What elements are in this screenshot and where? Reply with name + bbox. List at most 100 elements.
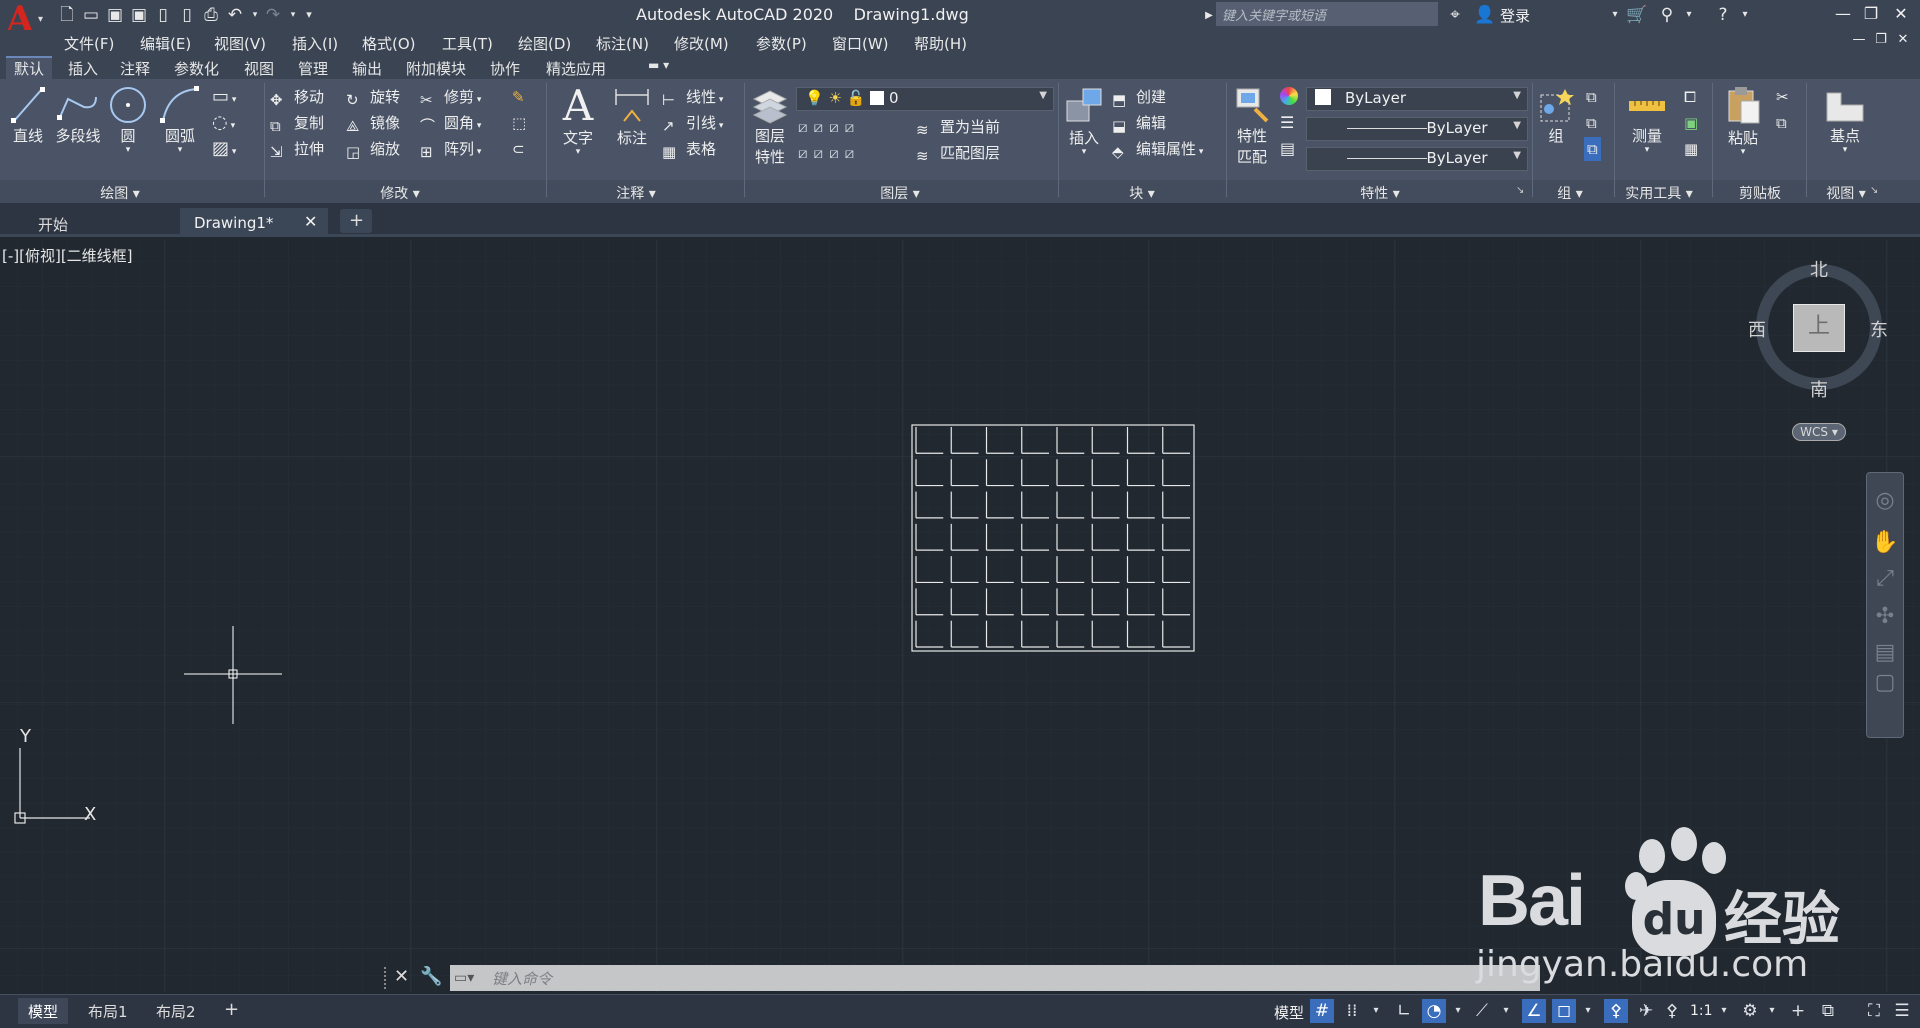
group-edit-icon[interactable]: ⧉ — [1586, 111, 1597, 135]
edit-attributes-button[interactable]: ⬘ 编辑属性 ▾ — [1112, 137, 1203, 161]
stretch-button[interactable]: ⇲ 拉伸 — [270, 137, 324, 161]
layout-tab-model[interactable]: 模型 — [18, 998, 69, 1024]
rectangle-icon[interactable]: ▭ ▾ — [212, 85, 236, 109]
tab-insert[interactable]: 插入 — [60, 56, 106, 79]
snap-mode-icon[interactable]: ⁞⁞ — [1340, 999, 1364, 1023]
tab-annotate[interactable]: 注释 — [112, 56, 158, 79]
web-mobile-open-icon[interactable]: ▯ — [152, 4, 174, 26]
pan-hand-icon[interactable]: ✋ — [1871, 529, 1899, 557]
dimension-button[interactable]: 标注 — [610, 85, 654, 148]
menu-window[interactable]: 窗口(W) — [832, 33, 889, 54]
customize-wrench-icon[interactable]: 🔧 — [420, 966, 442, 987]
menu-parametric[interactable]: 参数(P) — [756, 33, 807, 54]
insert-dropdown-icon[interactable]: ▾ — [1062, 148, 1106, 157]
layer-dropdown[interactable]: 💡 ☀ 🔓 0 ▼ — [796, 87, 1054, 111]
ungroup-icon[interactable]: ⧉ — [1586, 85, 1597, 109]
panel-title-layers[interactable]: 图层 ▾ — [840, 183, 960, 203]
circle-dropdown-icon[interactable]: ▾ — [106, 146, 150, 155]
annotation-scale-icon[interactable]: ⚴ — [1660, 999, 1684, 1023]
insert-block-button[interactable]: 插入 ▾ — [1062, 85, 1106, 157]
undo-icon[interactable]: ↶ — [224, 4, 246, 26]
select-all-icon[interactable]: ▣ — [1684, 111, 1698, 135]
menu-draw[interactable]: 绘图(D) — [518, 33, 571, 54]
layer-tools-row-2[interactable]: ⧄⧄⧄⧄ — [798, 141, 860, 165]
hatch-icon[interactable]: ▨ ▾ — [212, 137, 236, 161]
command-line-grip[interactable] — [384, 967, 390, 989]
save-as-icon[interactable]: ▣ — [128, 4, 150, 26]
navbar-options-icon[interactable]: ▢ — [1871, 669, 1899, 697]
auto-scale-icon[interactable]: ✈ — [1634, 999, 1658, 1023]
group-button[interactable]: 组 — [1536, 85, 1576, 146]
scale-button[interactable]: ◲ 缩放 — [346, 137, 400, 161]
menu-format[interactable]: 格式(O) — [362, 33, 416, 54]
tab-output[interactable]: 输出 — [344, 56, 390, 79]
command-input[interactable]: 键入命令 — [450, 965, 1540, 991]
copy-clip-icon[interactable]: ⧉ — [1776, 111, 1787, 135]
grid-display-icon[interactable]: # — [1310, 999, 1334, 1023]
panel-title-groups[interactable]: 组 ▾ — [1540, 183, 1600, 203]
snap-dropdown-icon[interactable]: ▾ — [1364, 999, 1388, 1023]
ellipse-icon[interactable]: ◌ ▾ — [212, 111, 235, 135]
table-button[interactable]: ▦ 表格 — [662, 137, 716, 161]
match-layer-button[interactable]: ≋ 匹配图层 — [916, 141, 1000, 165]
polar-tracking-icon[interactable]: ◔ — [1422, 999, 1446, 1023]
layout-tab-layout1[interactable]: 布局1 — [78, 998, 138, 1024]
layout-tab-layout2[interactable]: 布局2 — [146, 998, 206, 1024]
edit-block-button[interactable]: ⬓ 编辑 — [1112, 111, 1166, 135]
linear-dimension-button[interactable]: ⊢ 线性 ▾ — [662, 85, 723, 109]
tab-start[interactable]: 开始 — [24, 208, 174, 237]
create-block-button[interactable]: ⬒ 创建 — [1112, 85, 1166, 109]
arc-button[interactable]: 圆弧 ▾ — [158, 85, 202, 155]
cut-icon[interactable]: ✂ — [1776, 85, 1789, 109]
osnap-dropdown-icon[interactable]: ▾ — [1576, 999, 1600, 1023]
add-layout-plus-icon[interactable]: + — [216, 998, 247, 1024]
autodesk-app-store-icon[interactable]: ⚲ — [1656, 4, 1678, 26]
showmotion-icon[interactable]: ▤ — [1871, 639, 1899, 667]
save-icon[interactable]: ▣ — [104, 4, 126, 26]
menu-file[interactable]: 文件(F) — [64, 33, 114, 54]
minimize-window-button[interactable]: — — [1830, 2, 1856, 26]
close-window-button[interactable]: ✕ — [1888, 2, 1914, 26]
clean-screen-icon[interactable]: ⛶ — [1862, 999, 1886, 1023]
fillet-button[interactable]: ⌒ 圆角 ▾ — [420, 111, 481, 135]
binoculars-icon[interactable]: ⌖ — [1444, 4, 1466, 26]
viewcube-north[interactable]: 北 — [1810, 256, 1828, 282]
viewcube-south[interactable]: 南 — [1810, 376, 1828, 402]
panel-title-utilities[interactable]: 实用工具 ▾ — [1614, 183, 1704, 203]
copy-button[interactable]: ⧉ 复制 — [270, 111, 324, 135]
lineweight-dropdown[interactable]: ByLayer ▼ — [1306, 147, 1528, 171]
panel-title-modify[interactable]: 修改 ▾ — [340, 183, 460, 203]
recent-commands-icon[interactable]: ▭▾ — [454, 970, 474, 986]
panel-title-block[interactable]: 块 ▾ — [1082, 183, 1202, 203]
layer-tools-row-1[interactable]: ⧄⧄⧄⧄ — [798, 115, 860, 139]
help-icon[interactable]: ? — [1712, 4, 1734, 26]
quick-select-icon[interactable]: ⧠ — [1684, 85, 1696, 109]
menu-tools[interactable]: 工具(T) — [442, 33, 493, 54]
ortho-mode-icon[interactable]: ∟ — [1392, 999, 1416, 1023]
isometric-dropdown-icon[interactable]: ▾ — [1494, 999, 1518, 1023]
menu-help[interactable]: 帮助(H) — [914, 33, 967, 54]
annotation-monitor-plus-icon[interactable]: + — [1786, 999, 1810, 1023]
mirror-button[interactable]: ⟁ 镜像 — [346, 111, 400, 135]
arc-dropdown-icon[interactable]: ▾ — [158, 146, 202, 155]
polar-dropdown-icon[interactable]: ▾ — [1446, 999, 1470, 1023]
rotate-button[interactable]: ↻ 旋转 — [346, 85, 400, 109]
ribbon-minimize-toggle-icon[interactable]: ▬ ▾ — [640, 56, 677, 79]
base-view-dropdown-icon[interactable]: ▾ — [1820, 146, 1870, 155]
measure-dropdown-icon[interactable]: ▾ — [1622, 146, 1672, 155]
base-view-button[interactable]: 基点 ▾ — [1820, 85, 1870, 155]
tab-collaborate[interactable]: 协作 — [482, 56, 528, 79]
workspace-gear-icon[interactable]: ⚙ — [1738, 999, 1762, 1023]
trim-button[interactable]: ✂ 修剪 ▾ — [420, 85, 481, 109]
offset-icon[interactable]: ⊂ — [512, 137, 525, 161]
model-space-toggle[interactable]: 模型 — [1274, 1002, 1304, 1023]
linetype-icon[interactable]: ☰ — [1280, 111, 1294, 135]
tab-addins[interactable]: 附加模块 — [398, 56, 474, 79]
orbit-icon[interactable]: ✣ — [1871, 603, 1899, 631]
scale-dropdown-icon[interactable]: ▾ — [1712, 999, 1736, 1023]
tab-parametric[interactable]: 参数化 — [166, 56, 227, 79]
tab-drawing1[interactable]: Drawing1* ✕ — [180, 208, 328, 237]
close-command-line-icon[interactable]: ✕ — [394, 966, 409, 987]
drawn-grid-object[interactable] — [910, 423, 1196, 653]
text-dropdown-icon[interactable]: ▾ — [556, 148, 600, 157]
